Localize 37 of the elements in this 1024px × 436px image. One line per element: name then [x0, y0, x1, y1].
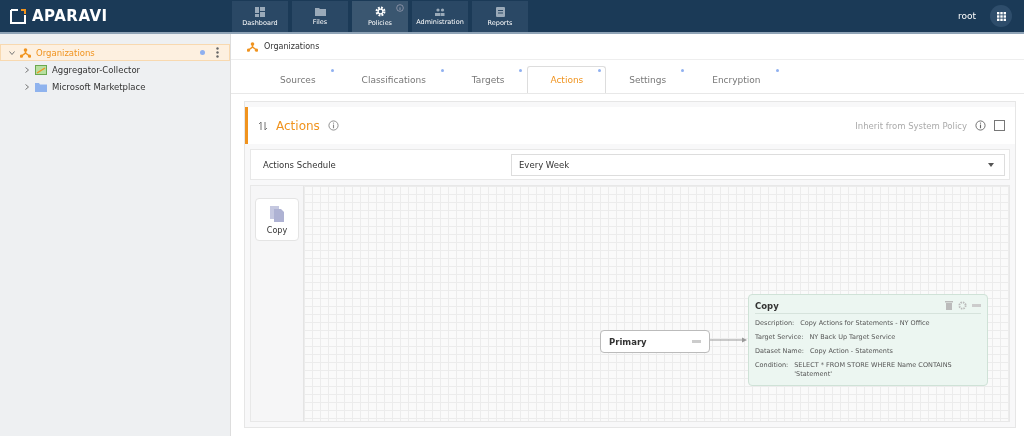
people-icon [434, 7, 446, 16]
server-icon [35, 64, 47, 75]
tree-item[interactable]: Aggregator-Collector [0, 61, 230, 78]
dashboard-icon [255, 6, 265, 17]
info-icon [396, 4, 404, 12]
more-icon[interactable] [216, 47, 219, 58]
arrows-icon [258, 120, 268, 131]
inherit-checkbox[interactable] [994, 120, 1005, 131]
caret-icon [988, 162, 994, 167]
folder-icon [314, 7, 326, 16]
inherit-label: Inherit from System Policy [855, 120, 967, 131]
chevron-icon[interactable] [9, 49, 15, 56]
tree-item[interactable]: Microsoft Marketplace [0, 78, 230, 95]
connector-arrow [710, 337, 748, 343]
info-icon [327, 120, 339, 131]
trash-icon[interactable] [945, 301, 953, 310]
chevron-icon[interactable] [24, 66, 30, 73]
grid-icon [996, 11, 1006, 21]
folder-icon [35, 81, 47, 92]
hierarchy-icon [247, 41, 258, 52]
user-name[interactable]: root [957, 11, 976, 21]
chevron-icon[interactable] [24, 83, 30, 90]
hierarchy-icon [20, 47, 31, 58]
schedule-dropdown[interactable]: Every Week [511, 153, 1005, 176]
logo[interactable]: APARAVI [0, 7, 232, 25]
settings-icon[interactable] [958, 301, 967, 310]
schedule-label: Actions Schedule [263, 159, 337, 170]
gear-icon [374, 6, 386, 17]
apps-button[interactable] [990, 5, 1012, 27]
source-node[interactable]: Primary [600, 330, 710, 353]
breadcrumb[interactable]: Organizations [264, 42, 320, 51]
clipboard-icon [495, 6, 505, 17]
copy-icon [269, 204, 285, 223]
status-dot [200, 50, 205, 55]
section-title: Actions [276, 118, 320, 133]
palette-item[interactable]: Copy [255, 198, 299, 241]
info-icon [975, 120, 986, 131]
